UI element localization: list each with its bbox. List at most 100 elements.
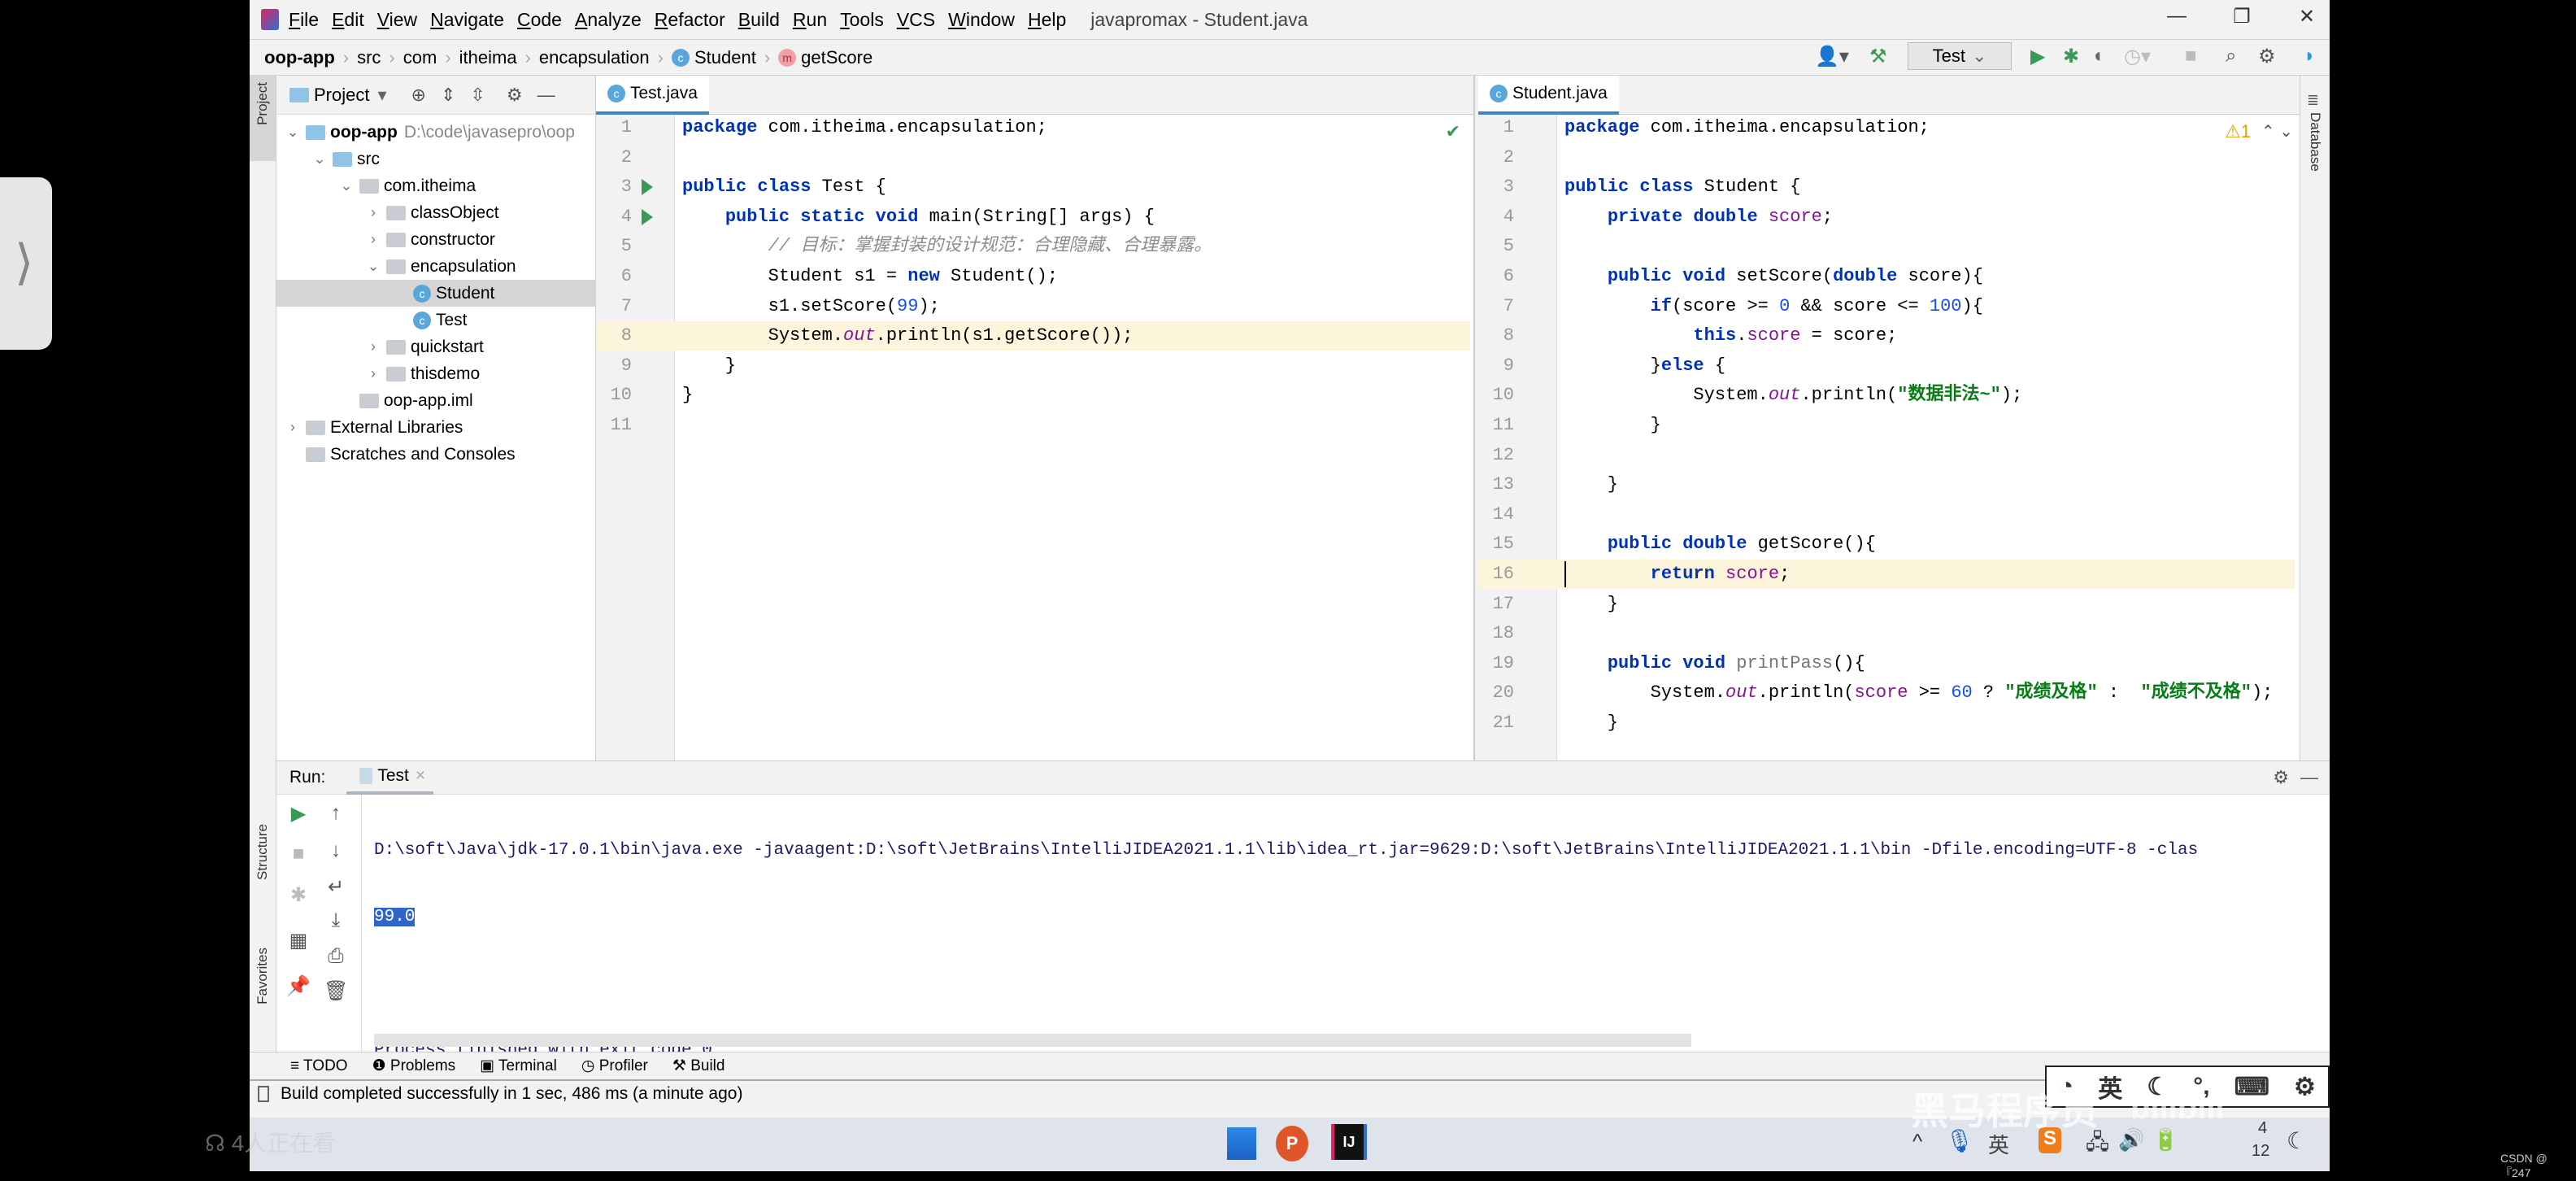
expand-arrow-icon[interactable]: › — [365, 231, 381, 248]
soft-wrap-icon[interactable]: ↵ — [324, 875, 348, 899]
search-icon[interactable]: ⌕ — [2226, 45, 2236, 68]
run-gutter-icon[interactable] — [642, 208, 653, 225]
coverage-icon[interactable]: ◐ — [2094, 45, 2106, 68]
menu-run[interactable]: Run — [793, 9, 827, 31]
menu-navigate[interactable]: Navigate — [430, 9, 504, 31]
gear-icon[interactable]: ⚙ — [507, 85, 523, 106]
hide-icon[interactable]: — — [537, 85, 555, 106]
run-tab-test[interactable]: Test × — [346, 761, 434, 795]
tree-item[interactable]: › thisdemo — [276, 360, 596, 387]
tree-item[interactable]: c Student — [276, 280, 596, 307]
menu-code[interactable]: Code — [517, 9, 562, 31]
side-handle[interactable]: ⟩ — [0, 177, 52, 350]
editor-test-java[interactable]: c Test.java package com.itheima.encapsulat… — [596, 76, 1475, 760]
debug-icon[interactable]: ✱ — [286, 883, 311, 907]
breadcrumb-item[interactable]: › src — [335, 47, 381, 68]
breadcrumb-item[interactable]: › itheima — [437, 47, 516, 68]
expand-arrow-icon[interactable]: ⌄ — [365, 258, 381, 275]
tree-item[interactable]: Scratches and Consoles — [276, 441, 596, 468]
structure-tool-button[interactable]: Structure — [250, 824, 276, 922]
code-with-me-icon[interactable]: ◗ — [2304, 45, 2316, 68]
close-tab-icon[interactable]: × — [416, 766, 425, 786]
hide-icon[interactable]: — — [2300, 767, 2318, 788]
expand-arrow-icon[interactable]: ⌄ — [338, 177, 355, 194]
tree-item[interactable]: › constructor — [276, 226, 596, 253]
editor-student-java[interactable]: c Student.java package com.itheima.encapsu… — [1478, 76, 2300, 760]
inspection-status[interactable]: ⚠1 — [2225, 121, 2251, 142]
tree-item[interactable]: ⌄ oop-app D:\code\javasepro\oop — [276, 119, 596, 146]
close-button[interactable]: ✕ — [2291, 5, 2323, 28]
expand-arrow-icon[interactable]: ⌄ — [285, 124, 301, 141]
menu-window[interactable]: Window — [948, 9, 1015, 31]
run-icon[interactable]: ▶ — [2030, 45, 2045, 68]
profile-icon[interactable]: ◷▾ — [2124, 45, 2151, 68]
ime-language-toggle[interactable]: 英 — [2098, 1069, 2122, 1105]
menu-view[interactable]: View — [377, 9, 417, 31]
bottom-tab-build[interactable]: ⚒ Build — [672, 1057, 725, 1075]
clock-top[interactable]: 4 — [2258, 1119, 2267, 1138]
debug-bug-icon[interactable]: ✱ — [2063, 45, 2079, 68]
expand-arrow-icon[interactable]: ⌄ — [311, 150, 328, 168]
tab-student-java[interactable]: c Student.java — [1478, 76, 1619, 115]
scroll-to-end-icon[interactable]: ⤓ — [324, 909, 348, 932]
maximize-button[interactable]: ❐ — [2226, 5, 2258, 28]
breadcrumb-item[interactable]: › m getScore — [756, 47, 872, 68]
intellij-taskbar-icon[interactable]: IJ — [1331, 1124, 1367, 1160]
inspection-nav-arrows[interactable]: ⌃ ⌄ — [2261, 121, 2293, 142]
tree-item[interactable]: ⌄ encapsulation — [276, 253, 596, 280]
powerpoint-icon[interactable]: P — [1276, 1126, 1308, 1161]
moon-notification-icon[interactable]: ☾ — [2287, 1127, 2307, 1154]
locate-icon[interactable]: ⊕ — [411, 85, 426, 106]
bottom-tab-todo[interactable]: ≡ TODO — [290, 1057, 348, 1075]
status-toggle-icon[interactable] — [258, 1085, 269, 1102]
stop-icon[interactable]: ■ — [2185, 45, 2197, 68]
minimize-button[interactable]: — — [2160, 5, 2193, 28]
project-tool-button[interactable]: Project — [250, 76, 276, 161]
expand-all-icon[interactable]: ⇕ — [441, 85, 455, 106]
menu-refactor[interactable]: Refactor — [655, 9, 725, 31]
clock-bottom[interactable]: 12 — [2252, 1142, 2269, 1161]
ime-keyboard-icon[interactable]: ⌨ — [2234, 1073, 2269, 1101]
breadcrumb-item[interactable]: › c Student — [650, 47, 756, 68]
inspection-status[interactable]: ✔ — [1446, 121, 1460, 142]
expand-arrow-icon[interactable]: › — [285, 419, 301, 436]
build-hammer-icon[interactable]: ⚒ — [1869, 45, 1887, 68]
menu-vcs[interactable]: VCS — [897, 9, 935, 31]
stop-icon[interactable]: ■ — [286, 843, 311, 865]
dropdown-icon[interactable]: ▾ — [377, 85, 386, 106]
tree-item[interactable]: › External Libraries — [276, 414, 596, 441]
menu-build[interactable]: Build — [738, 9, 780, 31]
bottom-tab-problems[interactable]: ❶ Problems — [372, 1057, 456, 1075]
pin-icon[interactable]: 📌 — [286, 974, 311, 998]
rerun-icon[interactable]: ▶ — [286, 802, 311, 826]
favorites-tool-button[interactable]: Favorites — [250, 948, 276, 1045]
tree-item[interactable]: c Test — [276, 307, 596, 333]
breadcrumb-item[interactable]: › encapsulation — [517, 47, 650, 68]
trash-icon[interactable]: 🗑 — [324, 979, 348, 1003]
windows-start-icon[interactable] — [1227, 1127, 1256, 1160]
tab-test-java[interactable]: c Test.java — [596, 76, 709, 115]
bottom-tab-profiler[interactable]: ◷ Profiler — [581, 1057, 648, 1075]
ime-settings-gear-icon[interactable]: ⚙ — [2294, 1073, 2316, 1101]
menu-analyze[interactable]: Analyze — [575, 9, 642, 31]
breadcrumb-item[interactable]: › com — [381, 47, 437, 68]
tree-item[interactable]: › quickstart — [276, 333, 596, 360]
project-view-select[interactable]: Project — [314, 85, 369, 106]
print-icon[interactable]: ⎙ — [324, 945, 348, 968]
run-config-select[interactable]: Test ⌄ — [1908, 42, 2012, 70]
gear-icon[interactable]: ⚙ — [2273, 767, 2289, 788]
horizontal-scrollbar[interactable] — [374, 1034, 1691, 1047]
run-gutter-icon[interactable] — [642, 179, 653, 196]
tree-item[interactable]: ⌄ src — [276, 146, 596, 172]
user-icon[interactable]: 👤▾ — [1815, 45, 1849, 68]
down-arrow-icon[interactable]: ↓ — [324, 839, 348, 862]
breadcrumb-item[interactable]: oop-app — [264, 47, 335, 68]
tree-item[interactable]: oop-app.iml — [276, 387, 596, 414]
menu-file[interactable]: File — [289, 9, 319, 31]
expand-arrow-icon[interactable]: › — [365, 365, 381, 382]
menu-edit[interactable]: Edit — [332, 9, 364, 31]
up-arrow-icon[interactable]: ↑ — [324, 802, 348, 825]
menu-help[interactable]: Help — [1028, 9, 1066, 31]
layout-icon[interactable]: ▦ — [286, 929, 311, 952]
battery-icon[interactable]: 🔋 — [2152, 1127, 2178, 1153]
